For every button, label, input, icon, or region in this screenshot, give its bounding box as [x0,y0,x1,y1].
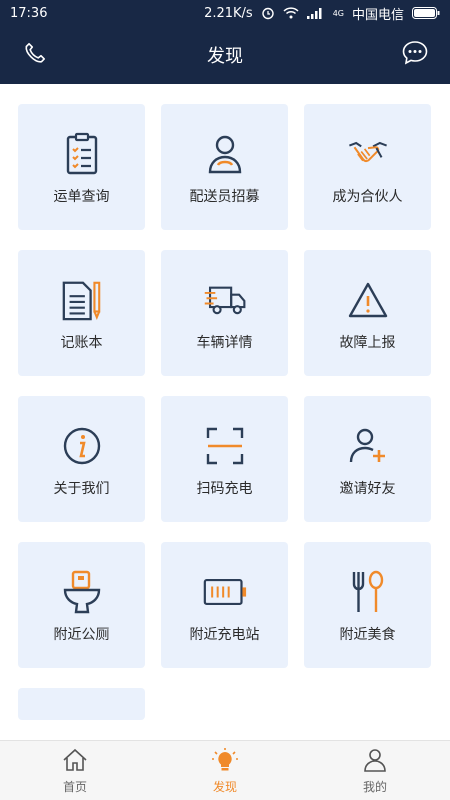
grid-item-invite-friends[interactable]: 邀请好友 [304,396,431,522]
handshake-icon [346,132,390,176]
warning-icon [346,278,390,322]
home-icon [62,748,88,776]
grid-item-label: 附近充电站 [189,627,260,643]
bottom-nav: 首页 发现 我的 [0,740,450,800]
wifi-icon [283,7,299,19]
signal-icon [306,7,325,19]
phone-button[interactable] [20,40,50,70]
phone-icon [22,40,48,70]
carrier-name: 中国电信 [351,7,404,23]
grid-item-label: 邀请好友 [339,481,396,497]
grid-item-fault-report[interactable]: 故障上报 [304,250,431,376]
scan-icon [203,424,247,468]
lightbulb-icon [211,748,239,776]
grid-item-courier-recruit[interactable]: 配送员招募 [161,104,288,230]
battery-status-icon [412,7,440,19]
add-user-icon [346,424,390,468]
tab-label: 首页 [62,780,87,794]
grid-item-label: 扫码充电 [196,481,253,497]
network-speed: 2.21K/s [204,5,253,21]
person-icon [203,132,247,176]
status-time: 17:36 [10,5,48,21]
page-title: 发现 [207,46,243,67]
truck-icon [203,278,247,322]
grid-item-nearby-food[interactable]: 附近美食 [304,542,431,668]
grid-item-label: 车辆详情 [196,335,253,351]
grid-item-vehicle-details[interactable]: 车辆详情 [161,250,288,376]
tab-home[interactable]: 首页 [0,741,150,800]
grid-item-label: 故障上报 [339,335,396,351]
grid-item-nearby-toilet[interactable]: 附近公厕 [18,542,145,668]
tab-label: 我的 [362,780,387,794]
grid-item-label: 附近美食 [339,627,396,643]
grid-item-label: 成为合伙人 [332,189,403,205]
grid-item-label: 附近公厕 [53,627,110,643]
chat-icon [401,40,429,70]
feature-grid: 运单查询 配送员招募 成为合伙人 记账本 车辆详情 故障上报 关于我们 扫码充电… [18,104,432,720]
grid-item-waybill-query[interactable]: 运单查询 [18,104,145,230]
profile-icon [363,748,387,776]
info-icon [60,424,104,468]
grid-item-label: 运单查询 [53,189,110,205]
status-bar: 17:36 2.21K/s 4G 中国电信 [0,0,450,26]
grid-item-become-partner[interactable]: 成为合伙人 [304,104,431,230]
alarm-icon [261,6,275,20]
tab-mine[interactable]: 我的 [300,741,450,800]
notebook-pencil-icon [60,278,104,322]
network-type: 4G [332,8,344,18]
grid-item-label: 记账本 [60,335,103,351]
app-header: 发现 [0,26,450,84]
grid-item-label: 配送员招募 [189,189,260,205]
grid-item-ledger[interactable]: 记账本 [18,250,145,376]
grid-item-scan-charge[interactable]: 扫码充电 [161,396,288,522]
grid-item-label: 关于我们 [53,481,110,497]
grid-item-more[interactable] [18,688,145,720]
toilet-icon [60,570,104,614]
clipboard-list-icon [60,132,104,176]
battery-icon [203,570,247,614]
tab-discover[interactable]: 发现 [150,741,300,800]
grid-item-nearby-charging-station[interactable]: 附近充电站 [161,542,288,668]
fork-spoon-icon [346,570,390,614]
grid-item-about-us[interactable]: 关于我们 [18,396,145,522]
tab-label: 发现 [212,780,237,794]
chat-button[interactable] [400,40,430,70]
